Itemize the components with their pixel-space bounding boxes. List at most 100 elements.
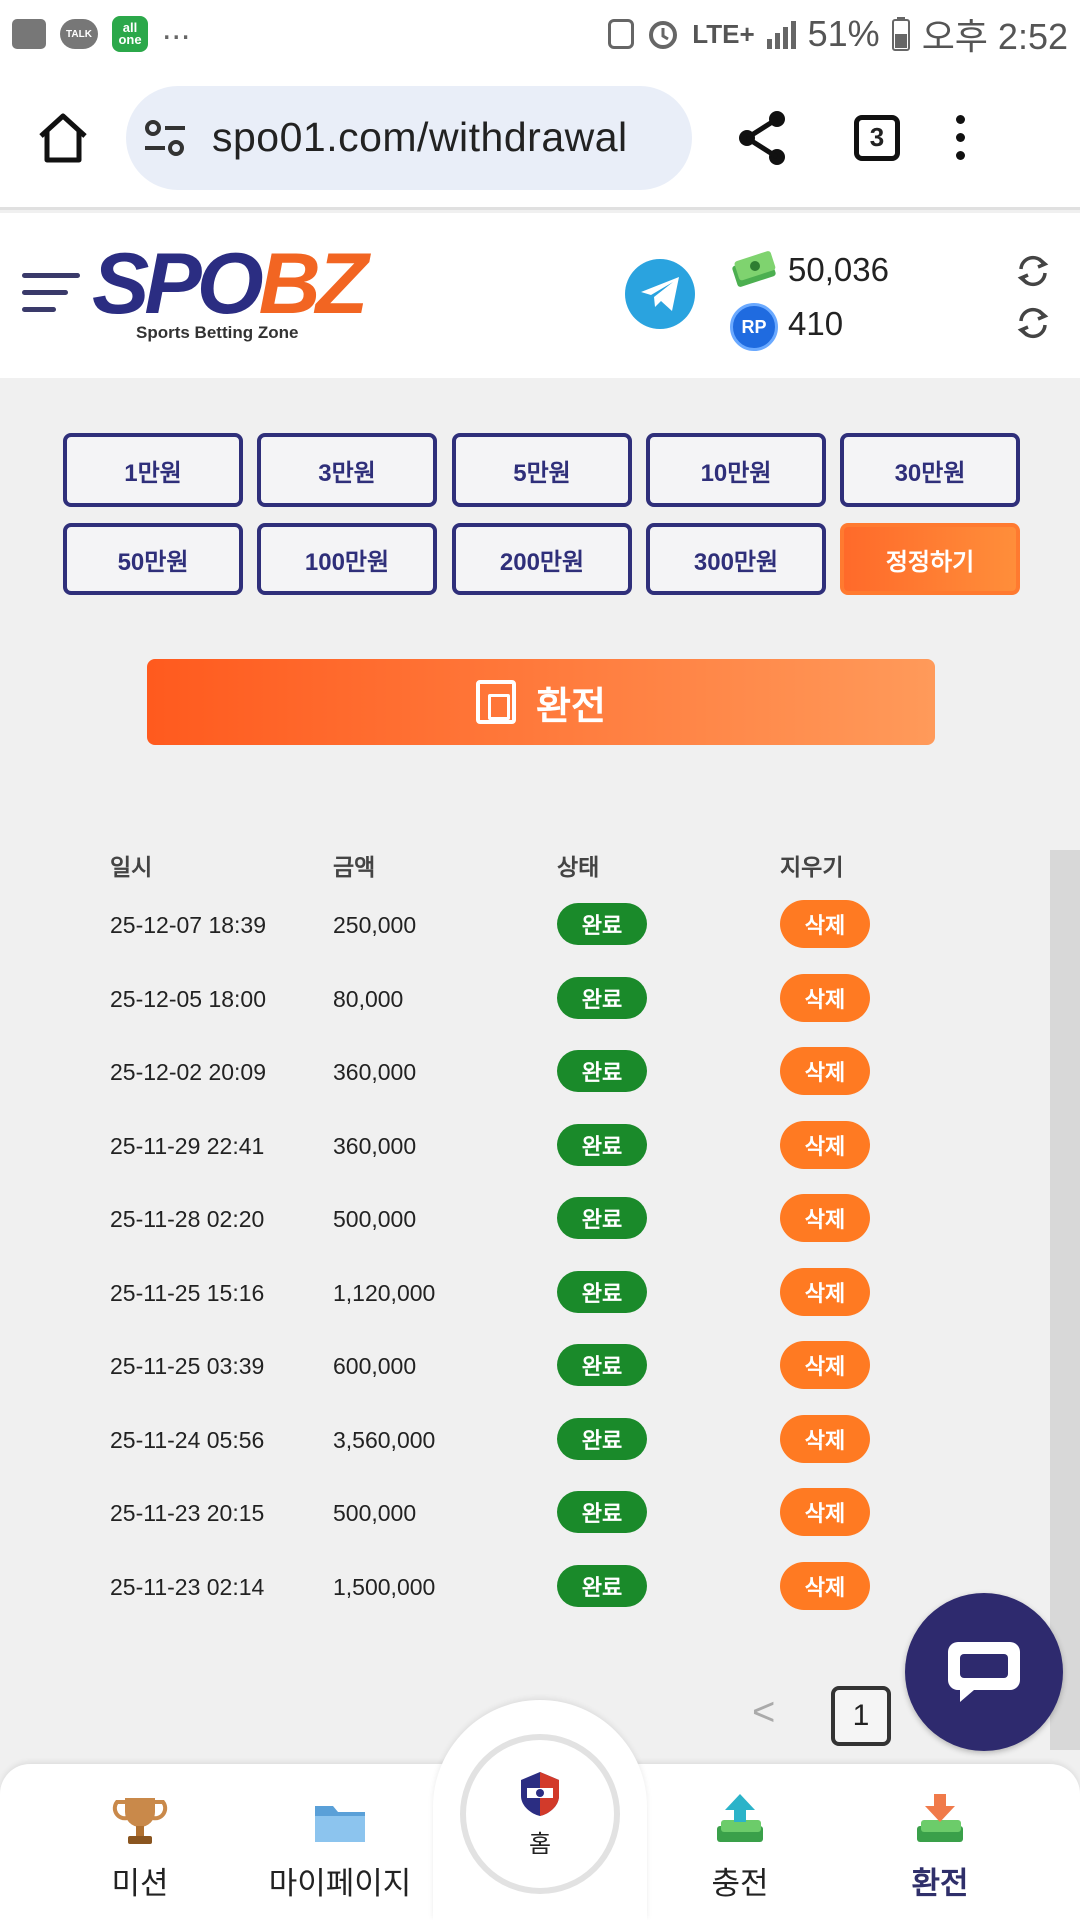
nav-withdraw[interactable]: 환전 [840,1764,1040,1920]
amount-button-1[interactable]: 1만원 [63,433,243,507]
table-row: 25-12-02 20:09 360,000 완료 삭제 [0,1047,1080,1110]
signal-icon [766,19,796,49]
folder-icon [315,1806,365,1842]
row-amount: 600,000 [333,1353,417,1379]
row-amount: 500,000 [333,1500,417,1526]
status-bar: TALK all one ... LTE+ 51% 오후 2:52 [0,0,1080,68]
withdraw-icon [917,1794,963,1842]
delete-button[interactable]: 삭제 [780,1121,870,1169]
status-badge: 완료 [557,1197,647,1239]
nav-home[interactable]: 홈 [460,1734,620,1894]
home-emblem-icon [521,1771,559,1816]
status-badge: 완료 [557,1124,647,1166]
delete-button[interactable]: 삭제 [780,1415,870,1463]
share-button[interactable] [732,109,792,167]
table-row: 25-11-25 03:39 600,000 완료 삭제 [0,1341,1080,1404]
row-amount: 360,000 [333,1059,417,1085]
row-date: 25-11-25 03:39 [110,1353,265,1379]
pagination-prev[interactable]: < [752,1690,775,1735]
address-bar[interactable]: spo01.com/withdrawal [126,85,692,190]
row-amount: 500,000 [333,1206,417,1232]
delete-button[interactable]: 삭제 [780,1562,870,1610]
nav-mission[interactable]: 미션 [40,1764,240,1920]
table-row: 25-12-07 18:39 250,000 완료 삭제 [0,900,1080,963]
amount-button-10[interactable]: 10만원 [646,433,826,507]
delete-button[interactable]: 삭제 [780,1047,870,1095]
money-balance: 50,036 [788,251,889,288]
gallery-icon [12,19,46,49]
trophy-icon [112,1798,168,1844]
table-row: 25-11-29 22:41 360,000 완료 삭제 [0,1121,1080,1184]
amount-button-3[interactable]: 3만원 [257,433,437,507]
nav-mypage[interactable]: 마이페이지 [240,1764,440,1920]
row-date: 25-12-05 18:00 [110,986,267,1012]
share-icon [739,110,785,165]
delete-button[interactable]: 삭제 [780,1194,870,1242]
row-amount: 1,500,000 [333,1574,436,1600]
amount-button-100[interactable]: 100만원 [257,523,437,595]
row-amount: 3,560,000 [333,1427,436,1453]
row-date: 25-11-24 05:56 [110,1427,265,1453]
deposit-icon [717,1794,763,1842]
telegram-button[interactable] [625,259,695,329]
rp-balance: 410 [788,305,844,342]
row-date: 25-12-07 18:39 [110,912,267,938]
home-icon [39,113,87,162]
nav-mission-label: 미션 [111,1866,169,1901]
site-header: SPOBZ Sports Betting Zone 50,036 RP 410 [0,213,1080,378]
vpn-icon [608,19,635,49]
delete-button[interactable]: 삭제 [780,1268,870,1316]
row-amount: 250,000 [333,912,417,938]
row-date: 25-11-25 15:16 [110,1280,265,1306]
delete-button[interactable]: 삭제 [780,1341,870,1389]
rp-point-icon: RP [730,303,778,351]
status-badge: 완료 [557,1418,647,1460]
telegram-icon [641,277,679,311]
table-row: 25-11-23 20:15 500,000 완료 삭제 [0,1488,1080,1551]
nav-withdraw-label: 환전 [911,1866,969,1901]
table-row: 25-11-28 02:20 500,000 완료 삭제 [0,1194,1080,1257]
chat-bubble-icon [948,1642,1020,1702]
header-date: 일시 [110,854,153,880]
site-logo[interactable]: SPOBZ Sports Betting Zone [92,241,368,343]
row-date: 25-12-02 20:09 [110,1059,267,1085]
tab-switcher-button[interactable]: 3 [854,114,900,161]
row-date: 25-11-23 20:15 [110,1500,265,1526]
amount-button-200[interactable]: 200만원 [452,523,632,595]
hamburger-menu-icon[interactable] [22,273,80,324]
correct-button[interactable]: 정정하기 [840,523,1020,595]
home-button[interactable] [0,112,126,164]
withdraw-submit-label: 환전 [536,685,606,728]
live-chat-button[interactable] [905,1593,1063,1751]
withdraw-submit-button[interactable]: 환전 [147,659,935,745]
status-badge: 완료 [557,977,647,1019]
delete-button[interactable]: 삭제 [780,1488,870,1536]
amount-button-5[interactable]: 5만원 [452,433,632,507]
cash-icon [732,251,776,287]
more-notifications: ... [162,8,191,47]
site-settings-icon[interactable] [142,115,188,161]
refresh-rp-icon[interactable] [1015,305,1051,341]
amount-button-50[interactable]: 50만원 [63,523,243,595]
row-date: 25-11-29 22:41 [110,1133,265,1159]
status-badge: 완료 [557,1565,647,1607]
row-amount: 360,000 [333,1133,417,1159]
browser-menu-button[interactable] [956,115,965,160]
pagination-page-current[interactable]: 1 [831,1686,891,1746]
delete-button[interactable]: 삭제 [780,974,870,1022]
header-status: 상태 [557,854,600,880]
url-text: spo01.com/withdrawal [212,114,628,160]
kakaotalk-icon: TALK [60,19,98,49]
logo-spo: SPO [92,236,264,332]
table-row: 25-11-24 05:56 3,560,000 완료 삭제 [0,1415,1080,1478]
delete-button[interactable]: 삭제 [780,900,870,948]
table-row: 25-12-05 18:00 80,000 완료 삭제 [0,974,1080,1037]
nav-deposit[interactable]: 충전 [640,1764,840,1920]
amount-button-30[interactable]: 30만원 [840,433,1020,507]
row-amount: 80,000 [333,986,404,1012]
status-badge: 완료 [557,903,647,945]
row-date: 25-11-28 02:20 [110,1206,265,1232]
refresh-money-icon[interactable] [1015,253,1051,289]
amount-button-300[interactable]: 300만원 [646,523,826,595]
nav-mypage-label: 마이페이지 [268,1866,412,1901]
